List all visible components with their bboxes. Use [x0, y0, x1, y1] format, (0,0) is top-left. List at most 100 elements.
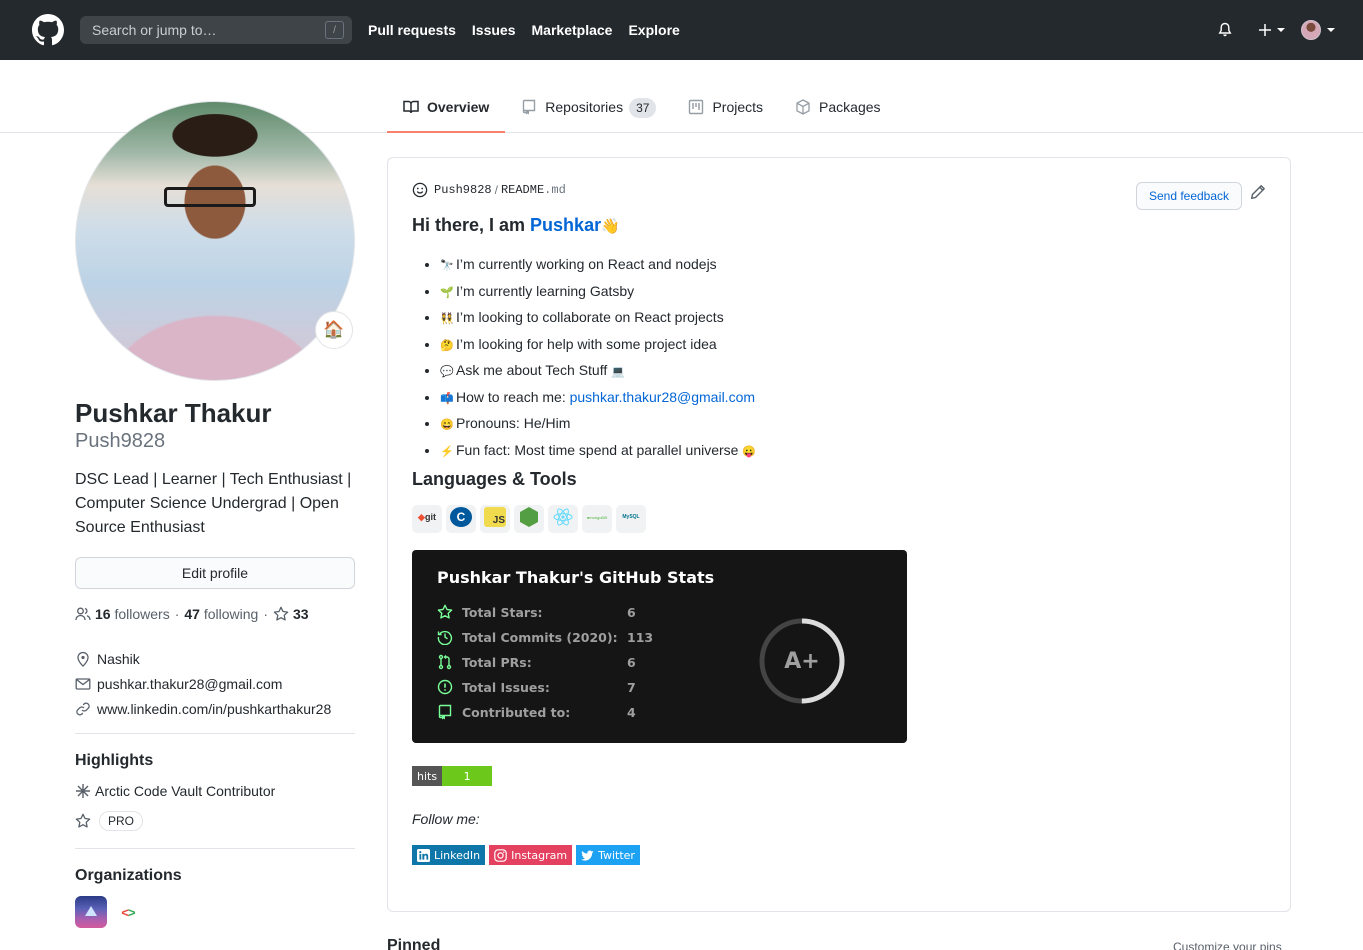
organization-avatar[interactable]: < >: [113, 896, 143, 928]
stars-count: 33: [293, 606, 309, 622]
star-icon: [273, 606, 289, 621]
nav-marketplace[interactable]: Marketplace: [532, 22, 613, 38]
stat-label: Total Issues:: [462, 679, 550, 695]
location-text: Nashik: [97, 650, 140, 667]
arctic-vault-label: Arctic Code Vault Contributor: [95, 783, 276, 799]
nav-explore[interactable]: Explore: [628, 22, 679, 38]
snowflake-icon: [76, 784, 90, 798]
tab-repositories[interactable]: Repositories 37: [505, 84, 672, 132]
following-count: 47: [184, 606, 200, 622]
separator-dot: ·: [174, 606, 180, 622]
list-item-text: Ask me about Tech Stuff: [456, 362, 608, 378]
stat-row-commits: Total Commits (2020): 113: [437, 629, 653, 645]
nodejs-icon[interactable]: [514, 505, 544, 533]
pinned-heading: Pinned: [387, 937, 441, 950]
list-item: 💬Ask me about Tech Stuff 💻: [440, 358, 758, 385]
nav-issues[interactable]: Issues: [472, 22, 516, 38]
repo-icon: [438, 704, 452, 720]
rank-grade: A+: [784, 649, 819, 674]
following-link[interactable]: 47 following: [184, 606, 258, 622]
edit-readme-pencil-icon[interactable]: [1250, 184, 1266, 203]
thinking-face-icon: 🤔: [440, 339, 454, 352]
caret-down-icon: [1277, 28, 1285, 32]
search-box[interactable]: /: [80, 16, 352, 44]
react-icon[interactable]: [548, 505, 578, 533]
greeting-name-link[interactable]: Pushkar: [530, 215, 601, 235]
instagram-badge[interactable]: Instagram: [489, 845, 573, 865]
customize-pins-link[interactable]: Customize your pins: [1173, 940, 1282, 950]
followers-label: followers: [114, 606, 170, 622]
git-icon[interactable]: ◆ git: [412, 505, 442, 533]
javascript-icon[interactable]: JS: [480, 505, 510, 533]
list-item: 📫How to reach me: pushkar.thakur28@gmail…: [440, 385, 758, 412]
stat-label: Contributed to:: [462, 704, 571, 720]
mongodb-icon[interactable]: ●mongoDB: [582, 505, 612, 533]
pro-badge: PRO: [99, 811, 144, 831]
website-link[interactable]: www.linkedin.com/in/pushkarthakur28: [97, 701, 331, 717]
user-menu[interactable]: [1301, 20, 1335, 40]
github-logo-icon[interactable]: [32, 14, 64, 46]
list-item-text: How to reach me:: [456, 388, 570, 405]
profile-avatar[interactable]: [75, 101, 355, 381]
location-item: Nashik: [75, 646, 331, 671]
stat-row-issues: Total Issues: 7: [437, 679, 636, 695]
stat-value: 6: [627, 604, 636, 620]
cplusplus-icon[interactable]: C: [446, 505, 476, 533]
list-item: 🤔I’m looking for help with some project …: [440, 332, 758, 359]
smiley-icon: [412, 182, 428, 198]
twitter-label: Twitter: [598, 848, 635, 862]
status-emoji-button[interactable]: 🏠: [315, 311, 353, 349]
pro-highlight: PRO: [75, 811, 144, 831]
list-item: 🔭I’m currently working on React and node…: [440, 252, 758, 279]
organizations-list: < >: [75, 896, 143, 928]
readme-path: Push9828 / README.md: [412, 182, 566, 198]
followers-link[interactable]: 16 followers: [95, 606, 170, 622]
readme-filename: README: [500, 183, 545, 197]
stars-link[interactable]: 33: [273, 606, 309, 622]
email-item[interactable]: pushkar.thakur28@gmail.com: [75, 671, 331, 696]
profile-bio: DSC Lead | Learner | Tech Enthusiast | C…: [75, 471, 352, 536]
nav-pull-requests[interactable]: Pull requests: [368, 22, 456, 38]
telescope-icon: 🔭: [440, 260, 454, 272]
stat-row-contributed: Contributed to: 4: [437, 704, 636, 720]
star-icon: [437, 604, 453, 619]
email-link[interactable]: pushkar.thakur28@gmail.com: [97, 676, 282, 692]
notifications-bell-icon[interactable]: [1217, 22, 1233, 38]
arctic-vault-highlight[interactable]: Arctic Code Vault Contributor: [75, 783, 275, 799]
list-item: ⚡Fun fact: Most time spend at parallel u…: [440, 438, 758, 465]
project-icon: [689, 99, 704, 115]
email-link[interactable]: pushkar.thakur28@gmail.com: [570, 389, 755, 405]
stat-value: 7: [627, 679, 636, 695]
github-stats-card: Pushkar Thakur's GitHub Stats Total Star…: [412, 550, 907, 743]
hits-badge: hits 1: [412, 766, 493, 786]
tab-projects[interactable]: Projects: [672, 84, 779, 132]
package-icon: [796, 99, 810, 115]
tab-overview[interactable]: Overview: [387, 84, 506, 133]
list-item-text: I’m currently working on React and nodej…: [456, 256, 717, 272]
list-item-text: Fun fact: Most time spend at parallel un…: [456, 441, 739, 458]
rank-ring: A+: [759, 618, 845, 704]
vcard-details: Nashik pushkar.thakur28@gmail.com www.li…: [75, 646, 331, 721]
readme-file-link[interactable]: README.md: [501, 183, 566, 197]
organizations-heading: Organizations: [75, 867, 182, 884]
edit-profile-button[interactable]: Edit profile: [75, 557, 355, 589]
profile-username: Push9828: [75, 430, 166, 452]
languages-tools-heading: Languages & Tools: [412, 469, 577, 489]
website-item[interactable]: www.linkedin.com/in/pushkarthakur28: [75, 696, 331, 721]
readme-owner-link[interactable]: Push9828: [434, 183, 492, 197]
organization-avatar[interactable]: [75, 896, 107, 928]
linkedin-badge[interactable]: LinkedIn: [412, 845, 486, 865]
repositories-count-badge: 37: [629, 98, 657, 118]
header-actions: [1217, 0, 1335, 60]
tab-packages[interactable]: Packages: [779, 84, 896, 132]
mysql-icon[interactable]: MySQL: [616, 505, 646, 533]
twitter-badge[interactable]: Twitter: [576, 845, 640, 865]
readme-bullet-list: 🔭I’m currently working on React and node…: [440, 252, 758, 464]
search-input[interactable]: [92, 22, 312, 38]
highlights-heading: Highlights: [75, 752, 154, 769]
send-feedback-button[interactable]: Send feedback: [1136, 182, 1242, 210]
create-new-plus-icon[interactable]: [1257, 22, 1285, 38]
list-item: 😄Pronouns: He/Him: [440, 411, 758, 438]
follow-me-text: Follow me:: [412, 811, 480, 827]
list-item-text: I’m currently learning Gatsby: [456, 282, 635, 299]
